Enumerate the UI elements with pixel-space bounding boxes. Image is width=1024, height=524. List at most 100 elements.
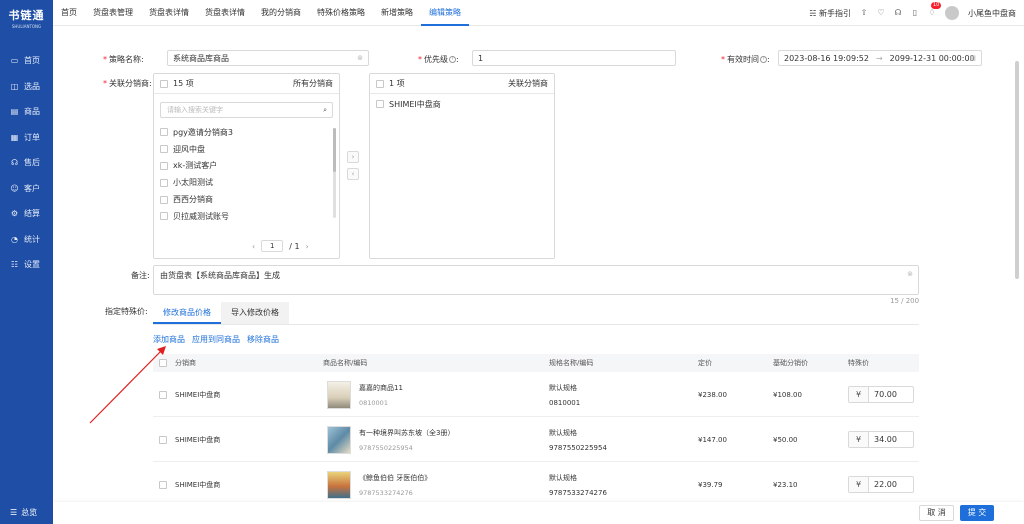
settings-icon: ☷ xyxy=(10,260,19,270)
source-list: pgy邀请分销商3 迎风中盘 xk-测试客户 小太阳测试 西西分销商 贝拉威测试… xyxy=(154,124,339,225)
sidebar-item-select[interactable]: ◫ 选品 xyxy=(0,74,53,100)
next-page-icon[interactable]: › xyxy=(306,242,309,251)
row-checkbox[interactable] xyxy=(159,390,167,399)
select-all-checkbox[interactable] xyxy=(160,79,168,88)
menu-icon: ☰ xyxy=(10,508,18,517)
goods-icon: ▤ xyxy=(10,107,19,117)
guide-icon: ☵ xyxy=(809,8,817,18)
date-range-picker[interactable]: 2023-08-16 19:09:52 → 2099-12-31 00:00:0… xyxy=(778,50,982,66)
tab-my-distributors[interactable]: 我的分销商 xyxy=(253,0,309,26)
order-icon: ▦ xyxy=(10,132,19,142)
tab-modify-price[interactable]: 修改商品价格 xyxy=(153,302,221,324)
sidebar-item-home[interactable]: ▭ 首页 xyxy=(0,48,53,74)
special-price-input[interactable]: ¥34.00 xyxy=(848,431,914,448)
list-scrollbar[interactable] xyxy=(333,128,336,218)
search-input[interactable]: 请输入搜索关键字 ⌕ xyxy=(160,102,333,118)
heart-icon[interactable]: ♡ xyxy=(877,9,885,17)
sidebar-overview[interactable]: ☰ 总览 xyxy=(10,507,37,518)
clear-icon[interactable]: ⊗ xyxy=(357,54,363,62)
document-icon[interactable]: ▯ xyxy=(911,9,919,17)
target-list: SHIMEI中盘商 xyxy=(370,96,554,113)
aftersale-icon: ☊ xyxy=(10,158,19,168)
brand-logo[interactable]: 书链通 SHULIANTONG xyxy=(0,0,53,36)
tab-edit-strategy[interactable]: 编辑策略 xyxy=(421,0,469,26)
special-price-input[interactable]: ¥22.00 xyxy=(848,476,914,493)
list-item[interactable]: pgy邀请分销商3 xyxy=(154,124,339,141)
product-thumbnail xyxy=(327,425,351,454)
top-tabs-bar: 首页 货盘表管理 货盘表详情 货盘表详情 我的分销商 特殊价格策略 新增策略 编… xyxy=(53,0,1024,26)
list-item[interactable]: SHIMEI中盘商 xyxy=(370,96,554,113)
tab-new-strategy[interactable]: 新增策略 xyxy=(373,0,421,26)
tab-home[interactable]: 首页 xyxy=(53,0,85,26)
avatar[interactable] xyxy=(945,6,959,20)
remark-textarea[interactable]: 由货盘表【系统商品库商品】生成 ⊗ xyxy=(153,265,919,295)
target-panel-header: 1 项 关联分销商 xyxy=(370,74,554,94)
search-icon[interactable]: ⌕ xyxy=(323,106,327,115)
valid-time-label: * 有效时间?: xyxy=(721,55,770,64)
apply-same-goods-link[interactable]: 应用到同商品 xyxy=(192,334,240,345)
sidebar-item-settlement[interactable]: ⚙ 结算 xyxy=(0,201,53,227)
upload-icon[interactable]: ⇧ xyxy=(860,9,868,17)
add-goods-link[interactable]: 添加商品 xyxy=(153,334,185,345)
table-row: SHIMEI中盘商 嘉嘉的商品11 0810001 默认规格 0810001 ¥23… xyxy=(153,373,919,417)
cancel-button[interactable]: 取 消 xyxy=(919,505,954,521)
sidebar: 书链通 SHULIANTONG ▭ 首页 ◫ 选品 ▤ 商品 ▦ 订单 ☊ 售后 ☺ 客户 … xyxy=(0,0,53,524)
remove-goods-link[interactable]: 移除商品 xyxy=(247,334,279,345)
related-distributors-label: * 关联分销商: xyxy=(103,79,152,88)
product-thumbnail xyxy=(327,380,351,409)
sidebar-item-stats[interactable]: ◔ 统计 xyxy=(0,227,53,253)
priority-label: * 优先级?: xyxy=(418,55,459,64)
list-item[interactable]: 小太阳测试 xyxy=(154,174,339,191)
move-left-button[interactable]: ‹ xyxy=(347,168,359,180)
sidebar-item-orders[interactable]: ▦ 订单 xyxy=(0,125,53,151)
move-right-button[interactable]: › xyxy=(347,151,359,163)
brand-tagline: SHULIANTONG xyxy=(11,24,42,29)
arrow-right-icon: → xyxy=(875,53,883,63)
row-checkbox[interactable] xyxy=(159,480,167,489)
transfer-source-panel: 15 项 所有分销商 请输入搜索关键字 ⌕ pgy邀请分销商3 迎风中盘 xk-… xyxy=(153,73,340,259)
remark-label: 备注: xyxy=(131,271,150,280)
list-item[interactable]: xk-测试客户 xyxy=(154,158,339,175)
stats-icon: ◔ xyxy=(11,234,18,244)
pagination: ‹ 1 / 1 › xyxy=(252,240,309,252)
product-thumbnail xyxy=(327,470,351,499)
prev-page-icon[interactable]: ‹ xyxy=(252,242,255,251)
row-checkbox[interactable] xyxy=(159,435,167,444)
priority-input[interactable]: 1 xyxy=(472,50,676,66)
settle-icon: ⚙ xyxy=(10,209,19,219)
username[interactable]: 小尾鱼中盘商 xyxy=(968,8,1016,19)
table-select-all-checkbox[interactable] xyxy=(159,359,167,367)
special-price-input[interactable]: ¥70.00 xyxy=(848,386,914,403)
brand-name: 书链通 xyxy=(8,9,45,22)
calendar-icon: ▦ xyxy=(969,54,976,62)
help-icon-2: ? xyxy=(760,56,767,63)
tab-special-price[interactable]: 特殊价格策略 xyxy=(309,0,373,26)
strategy-name-input[interactable]: 系统商品库商品 ⊗ xyxy=(167,50,369,66)
guide-link[interactable]: ☵ 新手指引 xyxy=(809,8,851,19)
sidebar-item-goods[interactable]: ▤ 商品 xyxy=(0,99,53,125)
select-all-target-checkbox[interactable] xyxy=(376,79,384,88)
sidebar-item-aftersale[interactable]: ☊ 售后 xyxy=(0,150,53,176)
clear-icon[interactable]: ⊗ xyxy=(907,270,913,278)
headset-icon[interactable]: ☊ xyxy=(894,9,902,17)
sidebar-item-customers[interactable]: ☺ 客户 xyxy=(0,176,53,202)
table-header: 分销商 商品名称/编码 规格名称/编码 定价 基础分销价 特殊价 xyxy=(153,354,919,372)
tab-import-price[interactable]: 导入修改价格 xyxy=(221,302,289,324)
strategy-name-label: * 策略名称: xyxy=(103,55,144,64)
select-icon: ◫ xyxy=(10,81,19,91)
sidebar-item-settings[interactable]: ☷ 设置 xyxy=(0,252,53,278)
tab-pallet-manage[interactable]: 货盘表管理 xyxy=(85,0,141,26)
bell-icon[interactable]: ♢ 10 xyxy=(928,2,942,17)
tab-pallet-detail-2[interactable]: 货盘表详情 xyxy=(197,0,253,26)
page-input[interactable]: 1 xyxy=(261,240,284,252)
list-item[interactable]: 西西分销商 xyxy=(154,191,339,208)
tab-pallet-detail[interactable]: 货盘表详情 xyxy=(141,0,197,26)
list-item[interactable]: 贝拉威测试账号 xyxy=(154,208,339,225)
top-right-tools: ☵ 新手指引 ⇧ ♡ ☊ ▯ ♢ 10 小尾鱼中盘商 xyxy=(809,0,1016,26)
table-actions: 添加商品 应用到同商品 移除商品 xyxy=(153,334,279,345)
list-item[interactable]: 迎风中盘 xyxy=(154,141,339,158)
table-row: SHIMEI中盘商 《鲸鱼伯伯 牙医伯伯》 9787533274276 默认规格 9… xyxy=(153,463,919,507)
page-scrollbar[interactable] xyxy=(1015,61,1019,279)
submit-button[interactable]: 提 交 xyxy=(960,505,994,521)
footer-bar: 取 消 提 交 xyxy=(53,502,1024,524)
